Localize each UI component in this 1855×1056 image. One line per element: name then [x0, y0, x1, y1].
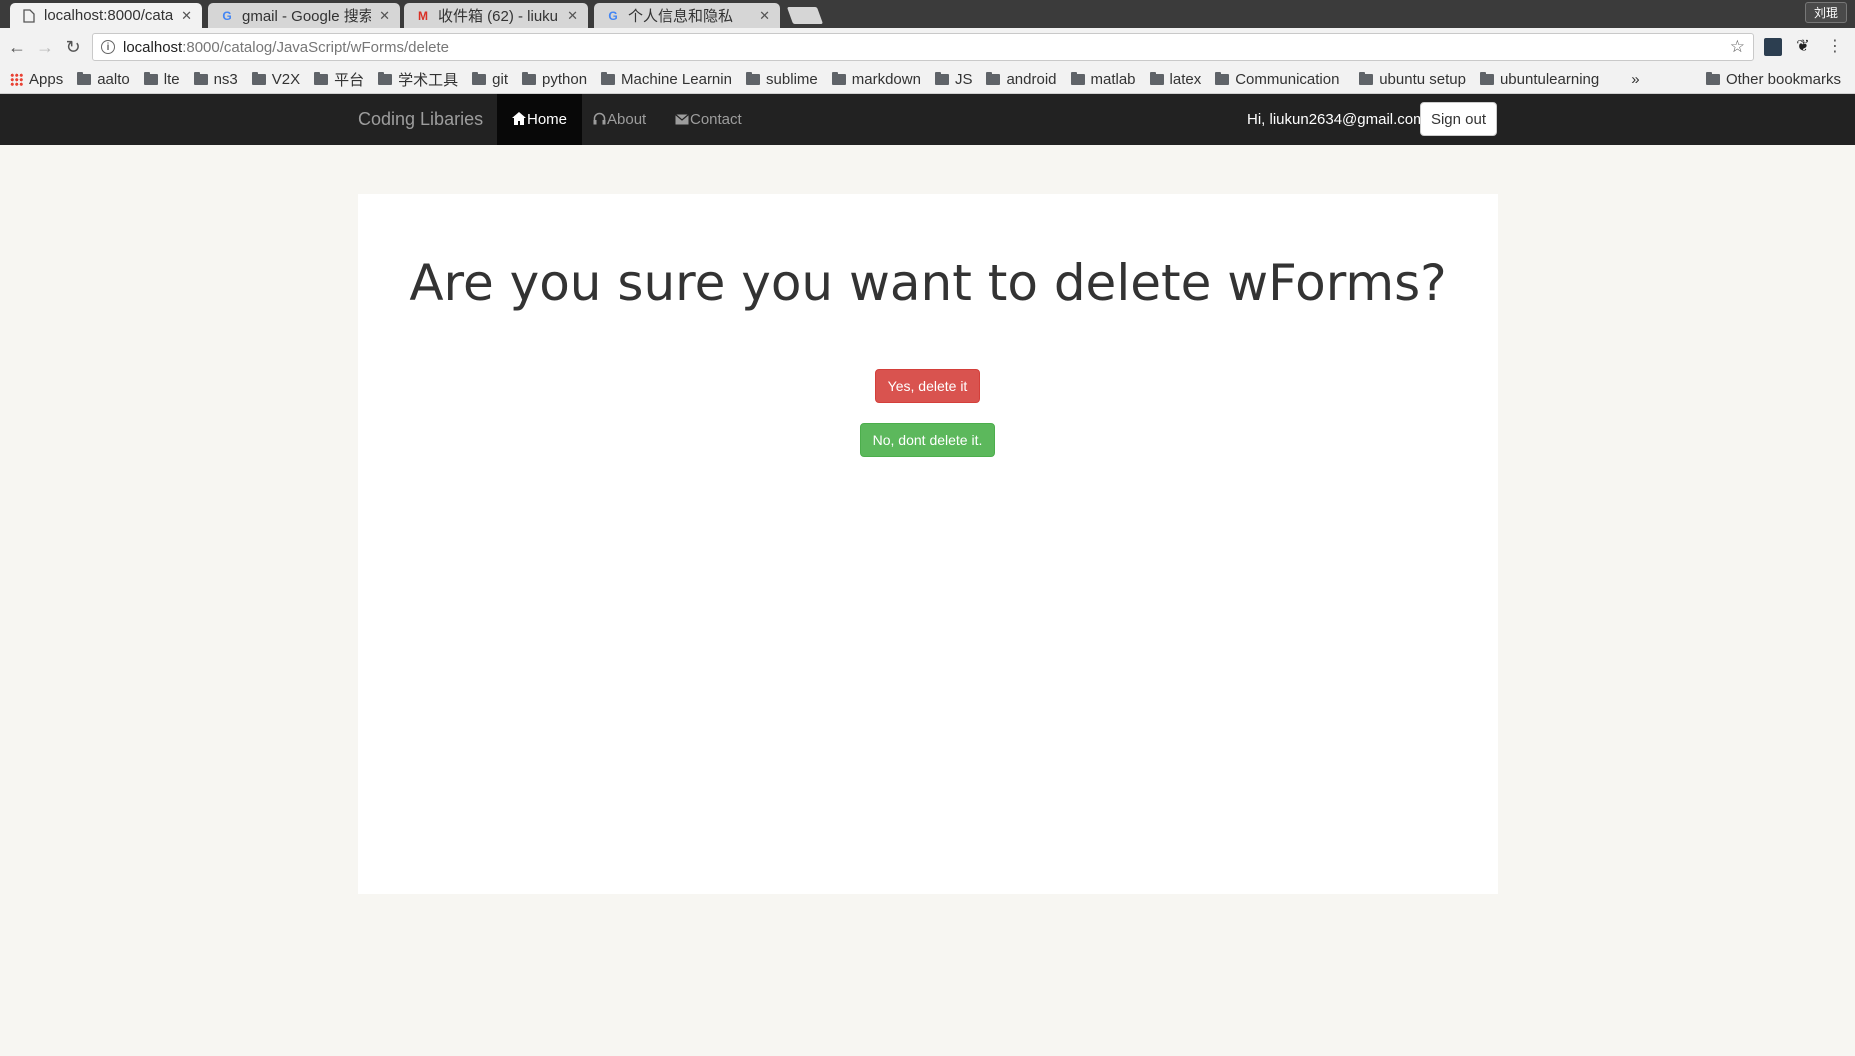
folder-icon [1215, 72, 1230, 85]
site-brand[interactable]: Coding Libaries [358, 94, 483, 145]
menu-kebab-icon[interactable]: ⋮ [1826, 38, 1844, 56]
nav-about[interactable]: About [578, 94, 661, 145]
tab-title: 收件箱 (62) - liukun [438, 8, 560, 25]
folder-icon [1479, 72, 1494, 85]
folder-icon [934, 72, 949, 85]
browser-tab[interactable]: localhost:8000/cata ✕ [10, 3, 202, 28]
nav-contact[interactable]: Contact [660, 94, 757, 145]
bookmark-folder[interactable]: markdown [831, 71, 921, 88]
confirm-delete-button[interactable]: Yes, delete it [875, 369, 980, 403]
headphones-icon [593, 112, 606, 128]
close-icon[interactable]: ✕ [759, 8, 770, 24]
bookmark-apps[interactable]: Apps [10, 71, 63, 88]
bookmark-folder[interactable]: 平台 [314, 69, 364, 90]
tab-title: gmail - Google 搜索 [242, 8, 372, 25]
bookmark-folder[interactable]: matlab [1070, 71, 1136, 88]
close-icon[interactable]: ✕ [567, 8, 578, 24]
bookmark-folder[interactable]: git [472, 71, 508, 88]
close-icon[interactable]: ✕ [181, 8, 192, 24]
apps-grid-icon [10, 73, 23, 86]
folder-icon [1705, 72, 1720, 85]
other-bookmarks[interactable]: Other bookmarks [1705, 71, 1841, 88]
page-icon [22, 8, 36, 23]
close-icon[interactable]: ✕ [379, 8, 390, 24]
tab-title: 个人信息和隐私 [628, 8, 734, 25]
bookmark-folder[interactable]: ubuntulearning [1479, 71, 1599, 88]
nav-home[interactable]: Home [497, 94, 583, 145]
home-icon [512, 111, 526, 128]
folder-icon [1359, 72, 1374, 85]
folder-icon [314, 72, 329, 85]
folder-icon [986, 72, 1001, 85]
bookmark-folder[interactable]: android [986, 71, 1057, 88]
bookmarks-overflow-button[interactable]: » [1631, 71, 1639, 88]
bookmark-folder[interactable]: ns3 [193, 71, 238, 88]
folder-icon [193, 72, 208, 85]
page-title: Are you sure you want to delete wForms? [409, 254, 1447, 312]
bookmark-folder[interactable]: 学术工具 [378, 69, 458, 90]
sign-out-button[interactable]: Sign out [1420, 102, 1497, 136]
bookmarks-bar: Apps aalto lte ns3 V2X 平台 学术工具 git pytho… [0, 66, 1855, 94]
folder-icon [378, 72, 393, 85]
cancel-delete-button[interactable]: No, dont delete it. [860, 423, 995, 457]
bookmark-folder[interactable]: V2X [251, 71, 300, 88]
browser-tab[interactable]: G 个人信息和隐私 ✕ [594, 3, 780, 28]
folder-icon [1149, 72, 1164, 85]
tab-title: localhost:8000/cata [44, 7, 174, 24]
bookmark-folder[interactable]: JS [934, 71, 972, 88]
gmail-icon: M [418, 8, 428, 23]
google-icon: G [222, 8, 232, 23]
folder-icon [251, 72, 266, 85]
folder-icon [472, 72, 487, 85]
bookmark-folder[interactable]: aalto [77, 71, 130, 88]
folder-icon [143, 72, 158, 85]
back-arrow-icon[interactable]: ← [6, 36, 28, 58]
envelope-icon [675, 112, 689, 128]
extension-icon[interactable] [1764, 38, 1782, 56]
browser-toolbar: ← → ↻ i localhost :8000/catalog/JavaScri… [0, 28, 1855, 66]
profile-button[interactable]: 刘琨 [1804, 2, 1847, 23]
browser-tab-strip: localhost:8000/cata ✕ G gmail - Google 搜… [0, 0, 1855, 28]
bookmark-folder[interactable]: sublime [746, 71, 818, 88]
bookmark-folder[interactable]: python [522, 71, 587, 88]
user-greeting: Hi, liukun2634@gmail.com [1247, 111, 1426, 128]
forward-arrow-icon[interactable]: → [34, 36, 56, 58]
bookmark-star-icon[interactable]: ☆ [1730, 37, 1745, 57]
bookmark-folder[interactable]: latex [1149, 71, 1201, 88]
reload-icon[interactable]: ↻ [62, 36, 84, 58]
browser-tab[interactable]: M 收件箱 (62) - liukun ✕ [404, 3, 588, 28]
bookmark-folder[interactable]: ubuntu setup [1359, 71, 1466, 88]
bookmark-folder[interactable]: Communication [1215, 71, 1345, 88]
google-icon: G [608, 8, 618, 23]
url-host: localhost [123, 38, 183, 56]
folder-icon [522, 72, 536, 85]
delete-confirm-panel: Are you sure you want to delete wForms? … [358, 194, 1498, 894]
folder-icon [746, 72, 761, 85]
url-path: :8000/catalog/JavaScript/wForms/delete [182, 38, 450, 56]
info-icon[interactable]: i [101, 40, 115, 54]
folder-icon [831, 72, 846, 85]
new-tab-button[interactable] [786, 7, 824, 24]
address-bar[interactable]: i localhost :8000/catalog/JavaScript/wFo… [92, 33, 1754, 61]
folder-icon [601, 72, 616, 85]
bookmark-folder[interactable]: lte [143, 71, 180, 88]
folder-icon [77, 72, 92, 85]
browser-tab[interactable]: G gmail - Google 搜索 ✕ [208, 3, 400, 28]
bookmark-folder[interactable]: Machine Learnin [601, 71, 732, 88]
folder-icon [1070, 72, 1085, 85]
extension-icon[interactable]: ❦ [1794, 38, 1812, 56]
site-navbar: Coding Libaries Home About Contact Hi, l… [0, 94, 1855, 145]
